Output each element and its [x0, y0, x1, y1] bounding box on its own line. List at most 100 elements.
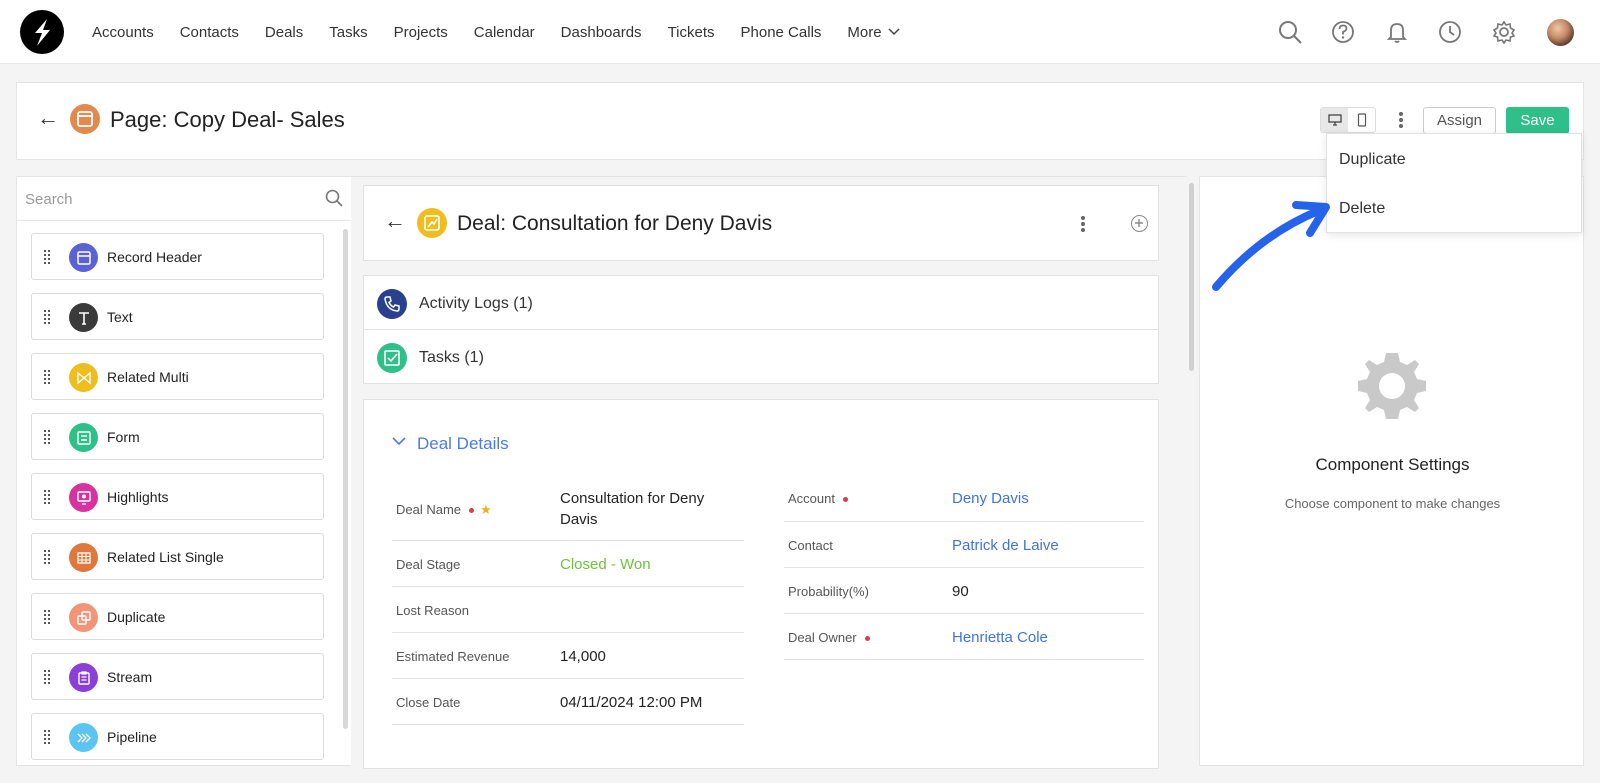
add-icon[interactable]: [1131, 215, 1148, 232]
search-icon[interactable]: [1276, 18, 1304, 46]
field-close-date[interactable]: Close Date 04/11/2024 12:00 PM: [392, 679, 744, 725]
field-account[interactable]: Account Deny Davis: [784, 476, 1144, 522]
back-arrow-icon[interactable]: ←: [384, 208, 406, 234]
drag-handle-icon[interactable]: [44, 730, 52, 746]
assign-button[interactable]: Assign: [1423, 107, 1496, 134]
search-icon[interactable]: [324, 188, 344, 208]
user-avatar[interactable]: [1547, 19, 1574, 46]
chevron-down-icon: [888, 28, 900, 36]
drag-handle-icon[interactable]: [44, 490, 52, 506]
bell-icon[interactable]: [1383, 18, 1411, 46]
text-icon: [69, 303, 98, 332]
deal-details-card[interactable]: Deal Details Deal Name ★ Consultation for…: [363, 399, 1159, 769]
app-logo[interactable]: [20, 10, 64, 54]
record-title: Deal: Consultation for Deny Davis: [457, 212, 773, 235]
component-text[interactable]: Text: [31, 293, 324, 340]
grid-icon: [69, 543, 98, 572]
drag-handle-icon[interactable]: [44, 670, 52, 686]
related-multi-card[interactable]: Activity Logs (1) Tasks (1): [363, 275, 1159, 384]
field-value: 90: [952, 583, 969, 600]
required-dot-icon: [864, 636, 870, 642]
nav-link-tasks[interactable]: Tasks: [329, 24, 367, 41]
record-more-icon[interactable]: [1080, 214, 1086, 234]
layout-canvas: ← Deal: Consultation for Deny Davis Acti…: [351, 176, 1187, 769]
component-form[interactable]: Form: [31, 413, 324, 460]
drag-handle-icon[interactable]: [44, 610, 52, 626]
component-highlights[interactable]: Highlights: [31, 473, 324, 520]
nav-link-accounts[interactable]: Accounts: [92, 24, 154, 41]
nav-link-deals[interactable]: Deals: [265, 24, 303, 41]
related-tasks[interactable]: Tasks (1): [364, 330, 1176, 384]
component-label: Text: [107, 309, 133, 325]
component-search: [17, 177, 351, 221]
settings-subtitle: Choose component to make changes: [1284, 496, 1501, 511]
component-label: Record Header: [107, 249, 202, 265]
mobile-view-button[interactable]: [1348, 108, 1375, 132]
desktop-view-button[interactable]: [1321, 108, 1348, 132]
settings-title: Component Settings: [1315, 455, 1470, 474]
nav-more-label: More: [847, 23, 882, 41]
clock-icon[interactable]: [1436, 18, 1464, 46]
record-header-card[interactable]: ← Deal: Consultation for Deny Davis: [363, 185, 1159, 261]
nav-link-contacts[interactable]: Contacts: [180, 24, 239, 41]
component-record-header[interactable]: Record Header: [31, 233, 324, 280]
menu-item-delete[interactable]: Delete: [1339, 200, 1385, 218]
drag-handle-icon[interactable]: [44, 550, 52, 566]
field-label: Close Date: [396, 695, 461, 710]
component-duplicate[interactable]: Duplicate: [31, 593, 324, 640]
nav-link-calendar[interactable]: Calendar: [474, 24, 535, 41]
form-icon: [69, 423, 98, 452]
drag-handle-icon[interactable]: [44, 310, 52, 326]
drag-handle-icon[interactable]: [44, 370, 52, 386]
canvas-scrollbar[interactable]: [1189, 183, 1194, 371]
back-arrow-icon[interactable]: ←: [37, 105, 59, 131]
nav-links: Accounts Contacts Deals Tasks Projects C…: [92, 0, 900, 64]
page-layout-icon: [70, 104, 100, 134]
field-estimated-revenue[interactable]: Estimated Revenue 14,000: [392, 633, 744, 679]
top-navigation: Accounts Contacts Deals Tasks Projects C…: [0, 0, 1600, 64]
field-label: Contact: [788, 538, 833, 553]
drag-handle-icon[interactable]: [44, 250, 52, 266]
component-label: Stream: [107, 669, 153, 685]
field-deal-name[interactable]: Deal Name ★ Consultation for Deny Davis: [392, 480, 744, 541]
component-label: Form: [107, 429, 140, 445]
field-label: Account: [788, 491, 848, 506]
chevron-down-icon[interactable]: [392, 436, 406, 446]
field-deal-owner[interactable]: Deal Owner Henrietta Cole: [784, 614, 1144, 660]
related-label: Activity Logs (1): [419, 295, 533, 312]
nav-link-phone-calls[interactable]: Phone Calls: [741, 24, 822, 41]
nav-link-projects[interactable]: Projects: [394, 24, 448, 41]
menu-item-duplicate[interactable]: Duplicate: [1339, 151, 1406, 169]
component-search-input[interactable]: [25, 185, 315, 213]
options-dropdown-menu: Duplicate Delete: [1326, 133, 1582, 233]
left-scrollbar[interactable]: [343, 229, 348, 729]
gear-icon[interactable]: [1490, 18, 1518, 46]
related-activity-logs[interactable]: Activity Logs (1): [364, 276, 1158, 330]
desktop-icon: [1327, 114, 1342, 126]
component-related-multi[interactable]: Related Multi: [31, 353, 324, 400]
component-label: Related Multi: [107, 369, 189, 385]
field-probability[interactable]: Probability(%) 90: [784, 568, 1144, 614]
component-stream[interactable]: Stream: [31, 653, 324, 700]
required-dot-icon: [469, 508, 475, 514]
nav-more-menu[interactable]: More: [847, 23, 900, 41]
account-link[interactable]: Deny Davis: [952, 488, 1029, 509]
component-related-list-single[interactable]: Related List Single: [31, 533, 324, 580]
component-label: Highlights: [107, 489, 169, 505]
bowtie-icon: [69, 363, 98, 392]
field-contact[interactable]: Contact Patrick de Laive: [784, 522, 1144, 568]
nav-link-dashboards[interactable]: Dashboards: [561, 24, 642, 41]
clipboard-icon: [69, 663, 98, 692]
contact-link[interactable]: Patrick de Laive: [952, 535, 1059, 556]
drag-handle-icon[interactable]: [44, 430, 52, 446]
field-deal-stage[interactable]: Deal Stage Closed - Won: [392, 541, 744, 587]
field-lost-reason[interactable]: Lost Reason: [392, 587, 744, 633]
deal-owner-link[interactable]: Henrietta Cole: [952, 627, 1048, 648]
component-pipeline[interactable]: Pipeline: [31, 713, 324, 760]
phone-icon: [377, 289, 407, 319]
save-button[interactable]: Save: [1506, 107, 1569, 134]
nav-link-tickets[interactable]: Tickets: [668, 24, 715, 41]
more-options-icon[interactable]: [1398, 110, 1404, 130]
section-title[interactable]: Deal Details: [417, 434, 509, 454]
help-icon[interactable]: [1329, 18, 1357, 46]
